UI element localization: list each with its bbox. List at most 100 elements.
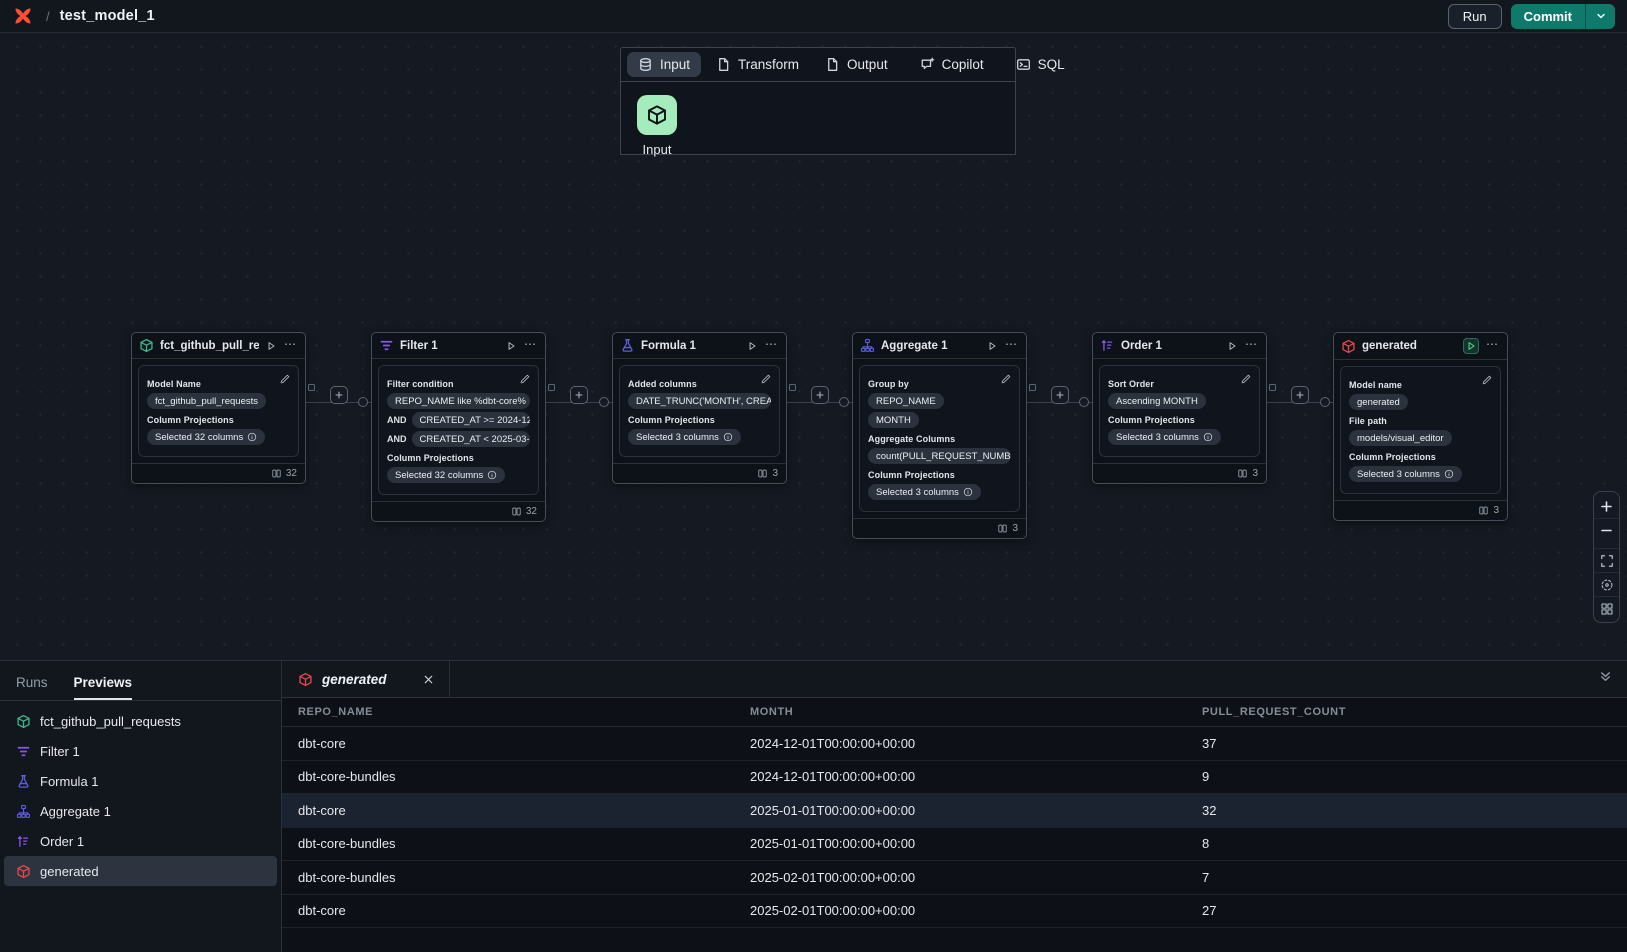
edge-source-handle[interactable] <box>789 384 796 391</box>
edge-target-handle[interactable] <box>599 397 609 407</box>
edit-pencil-icon[interactable] <box>279 372 291 390</box>
preview-tab-generated[interactable]: generated <box>282 661 450 697</box>
node-value-chip[interactable]: CREATED_AT < 2025-03-01 <box>412 431 531 447</box>
node-value-chip[interactable]: Selected 32 columns <box>387 467 505 483</box>
table-cell: 37 <box>1202 736 1611 751</box>
node-order-1[interactable]: Order 1 ⋯ Sort Order Ascending MONTH Col… <box>1092 332 1267 484</box>
table-row[interactable]: dbt-core2024-12-01T00:00:00+00:0037 <box>282 727 1627 761</box>
table-cell: 9 <box>1202 769 1611 784</box>
table-row[interactable]: dbt-core2025-01-01T00:00:00+00:0032 <box>282 794 1627 828</box>
table-row[interactable]: dbt-core2025-02-01T00:00:00+00:0027 <box>282 895 1627 929</box>
column-count: 3 <box>1252 468 1258 479</box>
node-value-chip[interactable]: Selected 3 columns <box>1108 429 1221 445</box>
node-value-chip[interactable]: models/visual_editor <box>1349 430 1452 446</box>
node-menu-button[interactable]: ⋯ <box>764 341 779 351</box>
column-header-pull_request_count[interactable]: PULL_REQUEST_COUNT <box>1202 706 1611 718</box>
edge-source-handle[interactable] <box>548 384 555 391</box>
list-item-aggregate-1[interactable]: Aggregate 1 <box>4 796 277 826</box>
fit-view-button[interactable] <box>1594 548 1619 572</box>
add-node-button[interactable] <box>1051 386 1069 404</box>
node-value-chip[interactable]: fct_github_pull_requests <box>147 393 266 409</box>
edge-target-handle[interactable] <box>839 397 849 407</box>
palette-tab-input[interactable]: Input <box>627 52 701 77</box>
node-play-button[interactable] <box>1226 340 1238 352</box>
node-value-chip[interactable]: Selected 3 columns <box>1349 466 1462 482</box>
node-menu-button[interactable]: ⋯ <box>1004 341 1019 351</box>
list-item-fct_github_pull_requests[interactable]: fct_github_pull_requests <box>4 706 277 736</box>
table-row[interactable]: dbt-core-bundles2024-12-01T00:00:00+00:0… <box>282 761 1627 795</box>
edge-target-handle[interactable] <box>1320 397 1330 407</box>
edge-source-handle[interactable] <box>1269 384 1276 391</box>
edit-pencil-icon[interactable] <box>1481 373 1493 391</box>
palette-tab-copilot[interactable]: Copilot <box>909 52 995 77</box>
node-value-chip[interactable]: Ascending MONTH <box>1108 393 1206 409</box>
center-view-button[interactable] <box>1594 572 1619 596</box>
node-menu-button[interactable]: ⋯ <box>523 341 538 351</box>
list-item-order-1[interactable]: Order 1 <box>4 826 277 856</box>
play-icon <box>265 340 277 352</box>
node-value-chip[interactable]: CREATED_AT >= 2024-12-01 <box>412 412 531 428</box>
edit-pencil-icon[interactable] <box>1240 372 1252 390</box>
tab-previews[interactable]: Previews <box>74 675 133 700</box>
node-fct_github_pull_requests[interactable]: fct_github_pull_requests ⋯ Model Name fc… <box>131 332 306 484</box>
palette-tab-transform[interactable]: Transform <box>705 52 810 77</box>
list-item-label: Formula 1 <box>40 774 99 789</box>
zoom-in-button[interactable] <box>1594 494 1619 518</box>
add-node-button[interactable] <box>811 386 829 404</box>
node-play-button[interactable] <box>1463 338 1479 354</box>
node-filter-1[interactable]: Filter 1 ⋯ Filter condition REPO_NAME li… <box>371 332 546 522</box>
node-play-button[interactable] <box>505 340 517 352</box>
node-play-button[interactable] <box>746 340 758 352</box>
palette-tab-output[interactable]: Output <box>814 52 899 77</box>
node-value-chip[interactable]: Selected 3 columns <box>868 484 981 500</box>
node-value-chip[interactable]: REPO_NAME <box>868 393 944 409</box>
grid-icon <box>1600 602 1614 616</box>
list-item-generated[interactable]: generated <box>4 856 277 886</box>
edit-pencil-icon[interactable] <box>760 372 772 390</box>
node-value-chip[interactable]: DATE_TRUNC('MONTH', CREATED_AT… <box>628 393 771 409</box>
edge-source-handle[interactable] <box>1029 384 1036 391</box>
node-menu-button[interactable]: ⋯ <box>1244 341 1259 351</box>
collapse-panel-icon[interactable] <box>1598 669 1613 684</box>
list-item-filter-1[interactable]: Filter 1 <box>4 736 277 766</box>
node-generated[interactable]: generated ⋯ Model name generated File pa… <box>1333 332 1508 521</box>
commit-dropdown-button[interactable] <box>1585 4 1615 29</box>
editor-canvas[interactable]: Input Transform Output Copilot SQL Input… <box>0 33 1627 660</box>
tab-runs[interactable]: Runs <box>16 675 48 700</box>
zoom-out-button[interactable] <box>1594 518 1619 542</box>
palette-tab-sql[interactable]: SQL <box>1005 52 1076 77</box>
column-header-month[interactable]: MONTH <box>750 706 1202 718</box>
palette-tab-label: SQL <box>1038 57 1065 72</box>
node-menu-button[interactable]: ⋯ <box>1485 341 1500 351</box>
table-row[interactable]: dbt-core-bundles2025-01-01T00:00:00+00:0… <box>282 828 1627 862</box>
minimap-button[interactable] <box>1594 596 1619 620</box>
commit-button[interactable]: Commit <box>1511 4 1585 29</box>
node-play-button[interactable] <box>265 340 277 352</box>
edge-target-handle[interactable] <box>358 397 368 407</box>
palette-item-input[interactable]: Input <box>637 95 677 157</box>
list-item-formula-1[interactable]: Formula 1 <box>4 766 277 796</box>
node-value-chip[interactable]: generated <box>1349 394 1408 410</box>
close-icon[interactable] <box>422 673 435 686</box>
column-header-repo_name[interactable]: REPO_NAME <box>298 706 750 718</box>
node-body: Filter condition REPO_NAME like %dbt-cor… <box>372 359 545 501</box>
node-aggregate-1[interactable]: Aggregate 1 ⋯ Group by REPO_NAME M <box>852 332 1027 539</box>
add-node-button[interactable] <box>1291 386 1309 404</box>
node-value-chip[interactable]: Selected 32 columns <box>147 429 265 445</box>
node-value-chip[interactable]: MONTH <box>868 412 919 428</box>
edge-source-handle[interactable] <box>308 384 315 391</box>
node-menu-button[interactable]: ⋯ <box>283 341 298 351</box>
table-row[interactable]: dbt-core-bundles2025-02-01T00:00:00+00:0… <box>282 861 1627 895</box>
add-node-button[interactable] <box>570 386 588 404</box>
node-value-chip[interactable]: REPO_NAME like %dbt-core% <box>387 393 530 409</box>
info-icon <box>247 432 257 442</box>
add-node-button[interactable] <box>330 386 348 404</box>
run-button[interactable]: Run <box>1448 4 1502 29</box>
edge-target-handle[interactable] <box>1079 397 1089 407</box>
edit-pencil-icon[interactable] <box>519 372 531 390</box>
node-value-chip[interactable]: count(PULL_REQUEST_NUMBER) as … <box>868 448 1011 464</box>
node-formula-1[interactable]: Formula 1 ⋯ Added columns DATE_TRUNC('MO… <box>612 332 787 484</box>
node-value-chip[interactable]: Selected 3 columns <box>628 429 741 445</box>
node-play-button[interactable] <box>986 340 998 352</box>
edit-pencil-icon[interactable] <box>1000 372 1012 390</box>
